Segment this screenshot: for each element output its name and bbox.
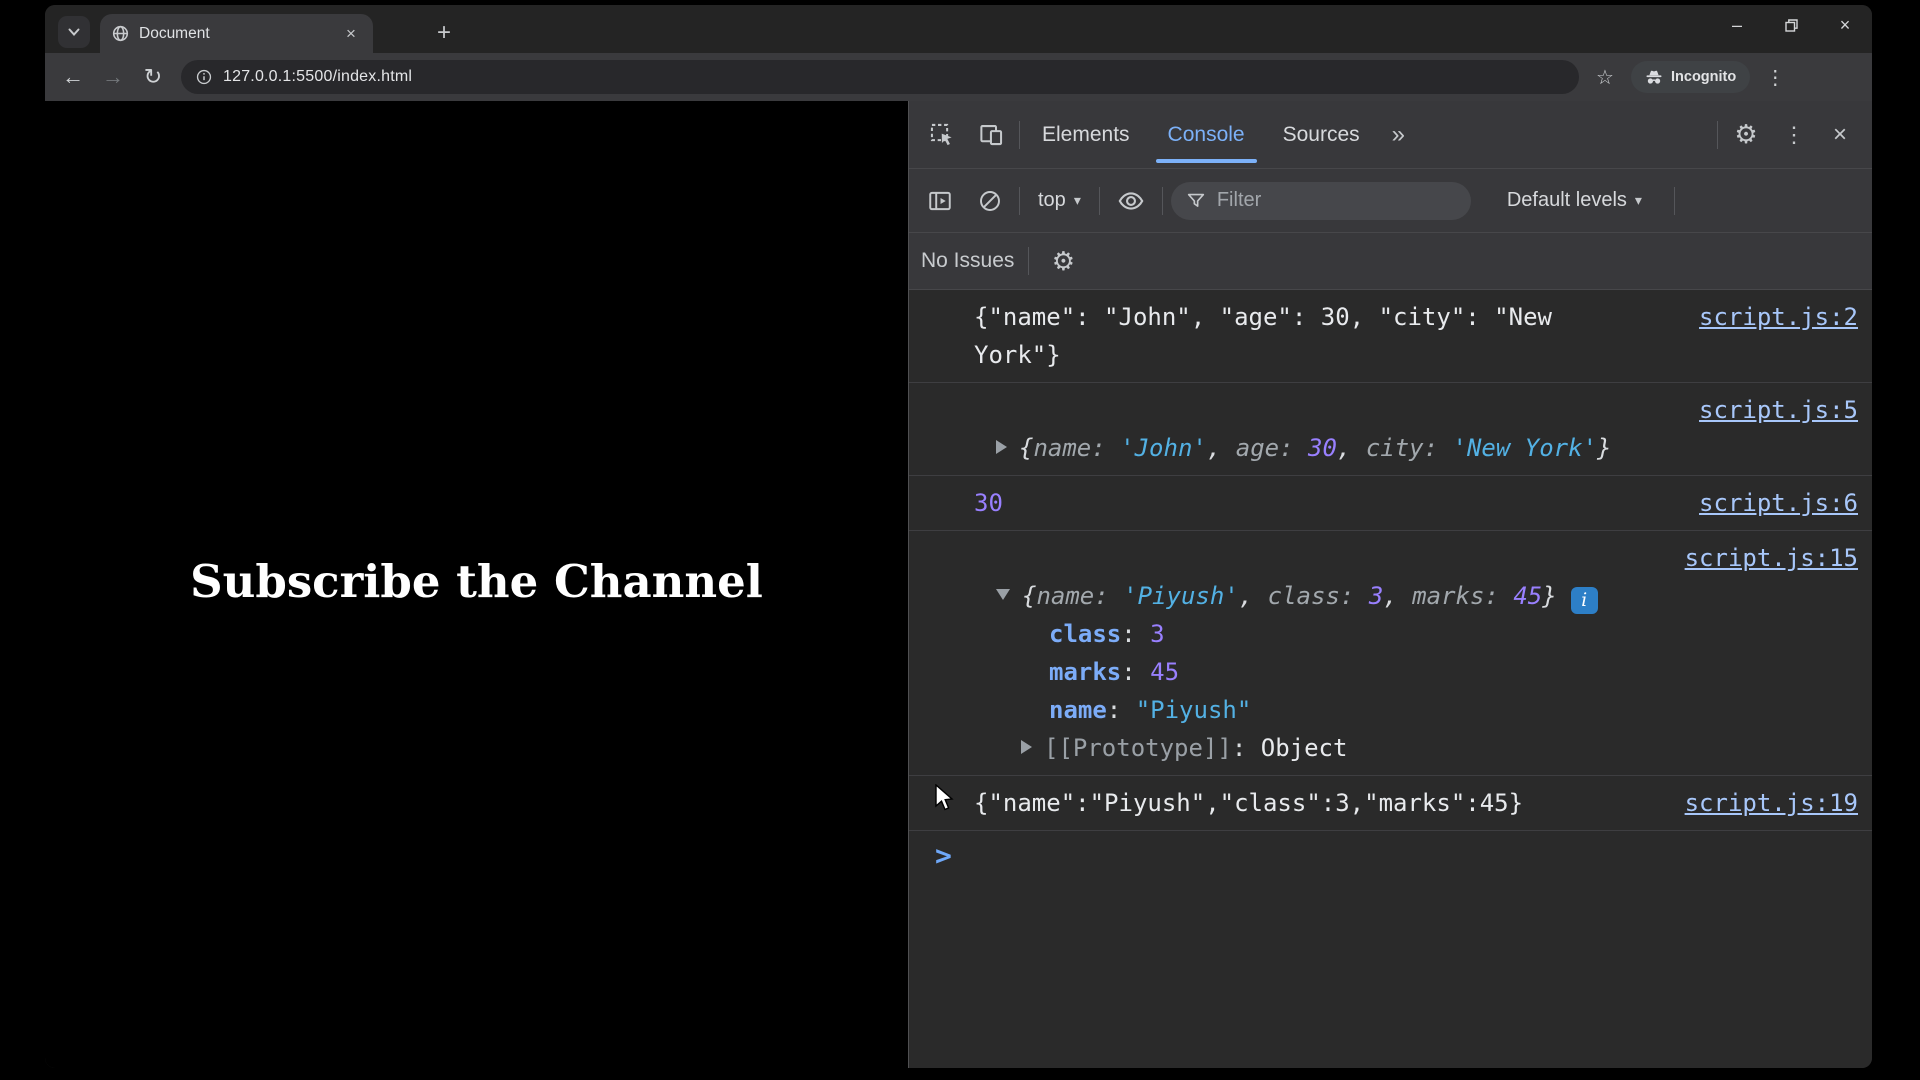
console-sidebar-toggle-button[interactable] [919,188,961,214]
tab-close-icon[interactable]: × [341,24,361,44]
incognito-label: Incognito [1671,69,1736,85]
browser-window: Document × + – × ← → ↻ [45,5,1872,1068]
console-line: {name: 'Piyush', class: 3, marks: 45}i [909,577,1685,615]
collapse-toggle-icon[interactable] [996,589,1010,600]
separator [1717,121,1718,149]
url-text[interactable]: 127.0.0.1:5500/index.html [223,68,412,86]
separator [1674,187,1675,215]
restore-icon [1784,18,1799,33]
mouse-cursor [934,784,960,814]
filter-input[interactable]: Filter [1171,182,1471,220]
chevron-down-icon: ▾ [1635,192,1642,209]
back-button[interactable]: ← [55,59,91,95]
browser-tab-document[interactable]: Document × [100,14,373,53]
console-entry: {"name":"Piyush","class":3,"marks":45}sc… [909,776,1872,831]
minimize-button[interactable]: – [1710,5,1764,45]
info-icon[interactable]: i [1571,587,1598,614]
console-source-link[interactable]: script.js:6 [1699,484,1872,522]
browser-toolbar: ← → ↻ 127.0.0.1:5500/index.html ☆ [45,53,1872,101]
clear-console-button[interactable] [969,188,1011,214]
console-line: name: "Piyush" [909,691,1685,729]
browser-menu-icon[interactable]: ⋮ [1760,59,1790,95]
filter-placeholder: Filter [1217,189,1261,212]
console-entry: {"name": "John", "age": 30, "city": "New… [909,290,1872,383]
chevron-down-icon [66,24,82,40]
chevron-down-icon: ▾ [1074,192,1081,209]
eye-icon [1117,187,1145,215]
window-controls: – × [1710,5,1872,45]
tab-title: Document [139,25,331,43]
clear-circle-slash-icon [977,188,1003,214]
new-tab-button[interactable]: + [429,18,459,48]
close-devtools-icon[interactable]: × [1818,121,1862,149]
console-entry: 30script.js:6 [909,476,1872,531]
forward-button[interactable]: → [95,59,131,95]
separator [1028,247,1029,275]
funnel-filter-icon [1185,190,1207,212]
separator [1099,187,1100,215]
console-output: {"name": "John", "age": 30, "city": "New… [909,290,1872,1068]
separator [1019,121,1020,149]
reload-button[interactable]: ↻ [135,59,171,95]
device-toolbar-icon [978,121,1005,148]
separator [1019,187,1020,215]
incognito-badge: Incognito [1631,61,1750,93]
expand-toggle-icon[interactable] [1021,740,1032,754]
page-viewport: Subscribe the Channel [45,101,908,1068]
live-expression-button[interactable] [1108,187,1154,215]
console-line [909,391,1699,429]
console-line: {"name": "John", "age": 30, "city": "New… [909,298,1699,374]
context-label: top [1038,189,1066,212]
issues-bar: No Issues ⚙ [909,233,1872,290]
site-info-icon[interactable] [195,68,213,86]
page-heading: Subscribe the Channel [190,555,763,614]
inspect-cursor-icon [928,121,955,148]
devtools-controls: ⚙ ⋮ × [1717,119,1862,150]
screen: Document × + – × ← → ↻ [0,0,1920,1080]
inspect-element-button[interactable] [919,121,963,148]
devtools-menu-icon[interactable]: ⋮ [1774,122,1814,148]
console-entry: {name: 'John', age: 30, city: 'New York'… [909,383,1872,476]
issues-count-label[interactable]: No Issues [921,249,1014,273]
incognito-icon [1645,68,1663,86]
tab-elements[interactable]: Elements [1026,101,1146,168]
expand-toggle-icon[interactable] [996,440,1007,454]
console-source-link[interactable]: script.js:19 [1685,784,1872,822]
console-source-link[interactable]: script.js:15 [1685,539,1872,577]
log-levels-dropdown[interactable]: Default levels ▾ [1497,189,1652,212]
execution-context-dropdown[interactable]: top ▾ [1028,189,1091,212]
console-settings-gear-icon[interactable]: ⚙ [1043,246,1083,277]
console-line: [[Prototype]]: Object [909,729,1685,767]
console-line: 30 [909,484,1699,522]
console-source-link[interactable]: script.js:5 [1699,391,1872,429]
tab-sources[interactable]: Sources [1267,101,1376,168]
more-tabs-icon[interactable]: » [1382,121,1415,149]
console-line: {"name":"Piyush","class":3,"marks":45} [909,784,1685,822]
console-line: class: 3 [909,615,1685,653]
console-line: {name: 'John', age: 30, city: 'New York'… [909,429,1699,467]
globe-favicon-icon [112,25,129,42]
device-toolbar-button[interactable] [969,121,1013,148]
restore-button[interactable] [1764,5,1818,45]
console-line [909,539,1685,577]
content-area: Subscribe the Channel [45,101,1872,1068]
tab-console[interactable]: Console [1152,101,1261,168]
console-toolbar: top ▾ Filter [909,169,1872,233]
levels-label: Default levels [1507,189,1627,212]
settings-gear-icon[interactable]: ⚙ [1722,119,1770,150]
bookmark-star-icon[interactable]: ☆ [1587,59,1623,95]
devtools-tab-bar: Elements Console Sources » ⚙ ⋮ × [909,101,1872,169]
close-window-button[interactable]: × [1818,5,1872,45]
devtools-panel: Elements Console Sources » ⚙ ⋮ × [908,101,1872,1068]
address-bar[interactable]: 127.0.0.1:5500/index.html [181,60,1579,94]
separator [1162,187,1163,215]
tab-strip: Document × + – × [45,5,1872,53]
console-line: marks: 45 [909,653,1685,691]
sidebar-panel-icon [927,188,953,214]
console-source-link[interactable]: script.js:2 [1699,298,1872,336]
console-entry: {name: 'Piyush', class: 3, marks: 45}icl… [909,531,1872,776]
tab-search-button[interactable] [58,16,90,48]
console-prompt[interactable]: > [909,831,1872,871]
